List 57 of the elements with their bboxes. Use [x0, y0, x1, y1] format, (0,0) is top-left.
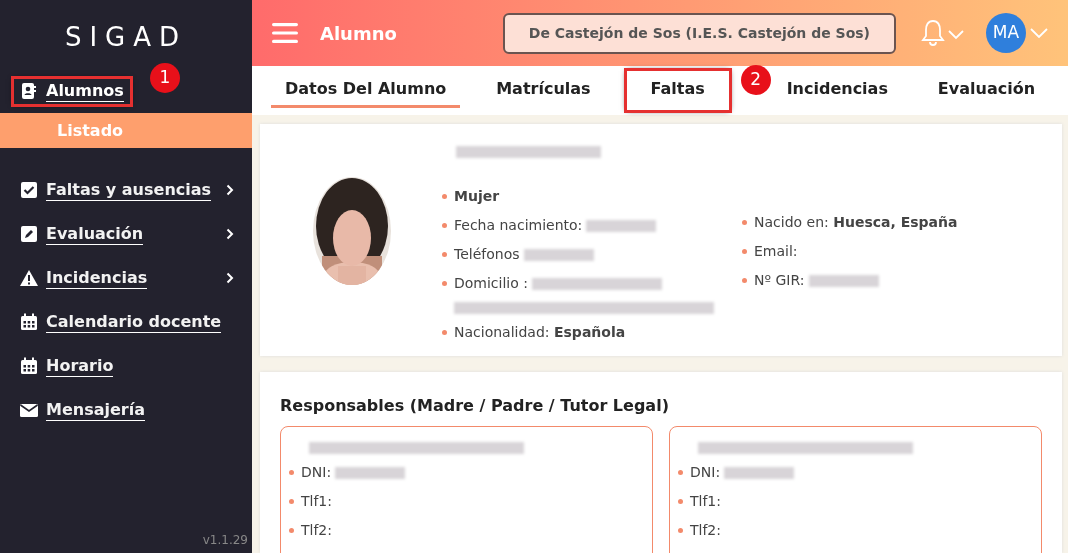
field-value: Mujer: [454, 187, 500, 206]
field-label: Tlf1:: [301, 492, 332, 511]
bullet-icon: [289, 528, 294, 533]
field-label: DNI:: [690, 463, 721, 482]
section-title: Responsables (Madre / Padre / Tutor Legal): [280, 395, 670, 417]
field-text: Nacido en: Huesca, España: [754, 213, 958, 232]
sidebar-item[interactable]: Calendario docente: [46, 311, 222, 333]
annotation-number: 1: [150, 62, 180, 93]
bullet-icon: [442, 252, 447, 257]
menu-icon[interactable]: [272, 22, 298, 44]
field-text: Nacionalidad: Española: [454, 323, 626, 342]
checkbox-icon: [20, 181, 38, 199]
field-label: Fecha nacimiento:: [454, 216, 583, 235]
warning-icon: [20, 269, 38, 287]
field-label: Email:: [754, 242, 798, 261]
bullet-icon: [289, 470, 294, 475]
user-avatar[interactable]: MA: [986, 13, 1026, 53]
tab[interactable]: Faltas: [626, 71, 729, 110]
tab[interactable]: Matrículas: [482, 73, 605, 108]
field-label: Tlf2:: [690, 521, 721, 540]
app-logo: SIGAD: [63, 21, 189, 54]
sidebar-item[interactable]: Evaluación: [46, 223, 144, 245]
bullet-icon: [742, 220, 747, 225]
sidebar-item[interactable]: Incidencias: [46, 267, 148, 289]
calendar-icon: [20, 313, 38, 331]
field-label: Teléfonos: [454, 245, 520, 264]
bullet-icon: [442, 281, 447, 286]
sidebar-item[interactable]: Alumnos: [46, 80, 124, 102]
field-label: Domicilio :: [454, 274, 528, 293]
field-label: DNI:: [301, 463, 332, 482]
bullet-icon: [289, 499, 294, 504]
field-label: Nº GIR:: [754, 271, 805, 290]
bullet-icon: [442, 194, 447, 199]
sidebar-item[interactable]: Horario: [46, 355, 114, 377]
bullet-icon: [678, 470, 683, 475]
sidebar-item[interactable]: Faltas y ausencias: [46, 179, 212, 201]
annotation-number: 2: [740, 64, 771, 95]
tab[interactable]: Evaluación: [923, 73, 1050, 108]
contact-book-icon: [20, 82, 38, 100]
bullet-icon: [742, 278, 747, 283]
page-title: Alumno: [320, 21, 397, 46]
bullet-icon: [742, 249, 747, 254]
bullet-icon: [442, 223, 447, 228]
field-label: Tlf2:: [301, 521, 332, 540]
bullet-icon: [678, 528, 683, 533]
sidebar-item[interactable]: Mensajería: [46, 399, 145, 421]
mail-icon: [20, 401, 38, 419]
bullet-icon: [678, 499, 683, 504]
bullet-icon: [442, 330, 447, 335]
tab[interactable]: Incidencias: [772, 73, 902, 108]
school-selector[interactable]: De Castejón de Sos (I.E.S. Castejón de Sos): [502, 12, 896, 54]
field-label: Tlf1:: [690, 492, 721, 511]
caret-icon[interactable]: [1030, 28, 1048, 38]
version-label: v1.1.29: [201, 532, 249, 549]
calendar-icon: [20, 357, 38, 375]
tab[interactable]: Datos Del Alumno: [270, 73, 461, 108]
edit-icon: [20, 225, 38, 243]
